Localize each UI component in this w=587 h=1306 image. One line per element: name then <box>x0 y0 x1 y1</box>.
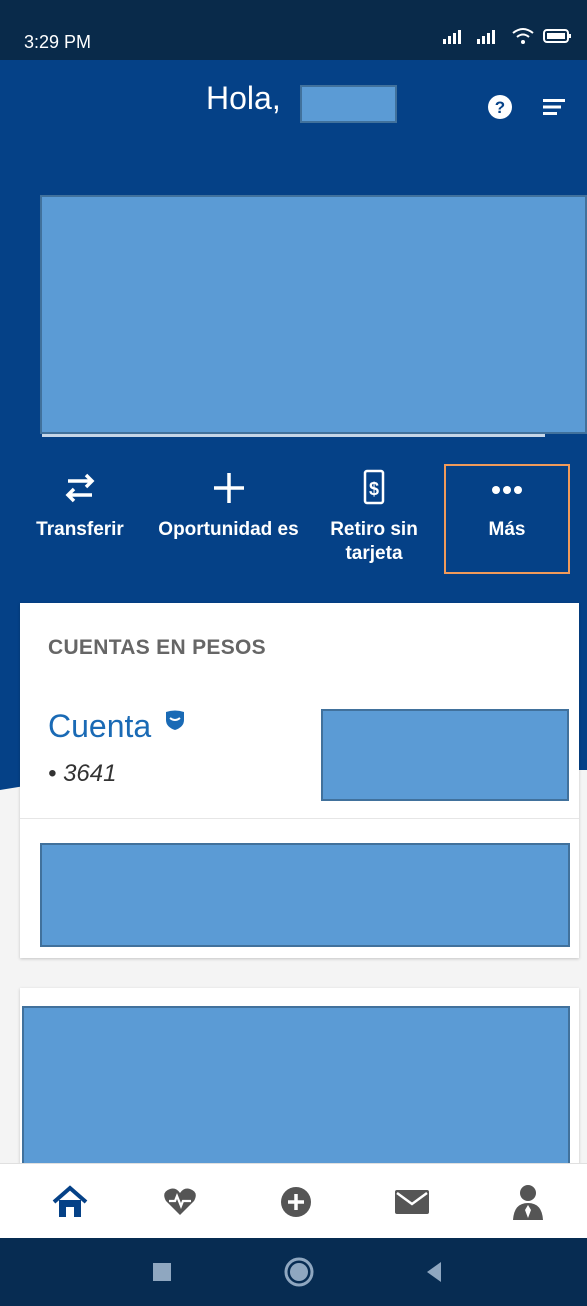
transfer-action[interactable]: Transferir <box>20 468 140 542</box>
nav-add[interactable] <box>276 1182 316 1222</box>
account-name[interactable]: Cuenta <box>48 708 186 745</box>
svg-text:$: $ <box>369 479 379 499</box>
back-icon[interactable] <box>423 1260 445 1284</box>
health-icon <box>164 1188 196 1215</box>
redacted-account-detail <box>40 843 570 947</box>
greeting-text: Hola, <box>206 80 281 116</box>
banner-underline <box>42 434 545 437</box>
transfer-label: Transferir <box>36 519 124 540</box>
nav-health[interactable] <box>160 1182 200 1222</box>
add-icon <box>281 1187 311 1217</box>
redacted-card-content <box>22 1006 570 1171</box>
redacted-balance <box>321 709 569 801</box>
plus-icon <box>213 473 244 503</box>
accounts-card: CUENTAS EN PESOS Cuenta • 3641 <box>20 603 579 958</box>
nav-home[interactable] <box>50 1182 90 1222</box>
system-nav-bar <box>0 1238 587 1306</box>
signal-icon <box>443 30 461 44</box>
more-dots-icon <box>492 486 522 494</box>
cardless-withdrawal-label: Retiro sin tarjeta <box>330 519 418 564</box>
bottom-nav <box>0 1163 587 1238</box>
wifi-icon <box>512 28 534 44</box>
mail-icon <box>395 1190 429 1214</box>
menu-icon[interactable] <box>541 94 567 120</box>
home-icon <box>52 1185 88 1217</box>
greeting: Hola, <box>206 80 281 117</box>
account-number: • 3641 <box>48 760 117 787</box>
secondary-card <box>20 988 579 1171</box>
home-circle-icon[interactable] <box>283 1256 315 1288</box>
svg-text:?: ? <box>495 98 505 117</box>
card-divider <box>20 818 579 819</box>
account-name-text: Cuenta <box>48 708 152 744</box>
status-time: 3:29 PM <box>24 32 92 52</box>
recents-icon[interactable] <box>151 1261 173 1283</box>
help-icon[interactable]: ? <box>487 94 513 120</box>
battery-icon <box>543 29 571 43</box>
phone-dollar-icon: $ <box>363 469 385 505</box>
nav-mail[interactable] <box>392 1182 432 1222</box>
cardless-withdrawal-action[interactable]: $ Retiro sin tarjeta <box>312 468 436 566</box>
nav-profile[interactable] <box>508 1182 548 1222</box>
section-title: CUENTAS EN PESOS <box>48 636 266 659</box>
opportunities-label: Oportunidad es <box>158 519 299 540</box>
status-icons <box>443 27 573 45</box>
shield-icon <box>166 710 185 730</box>
redacted-user-name <box>300 85 397 123</box>
more-label: Más <box>488 519 526 540</box>
status-bar: 3:29 PM <box>0 0 587 60</box>
profile-icon <box>513 1185 543 1220</box>
more-action[interactable]: Más <box>444 468 570 542</box>
redacted-banner <box>40 195 587 434</box>
transfer-arrows-icon <box>65 473 95 503</box>
opportunities-action[interactable]: Oportunidad es <box>156 468 301 542</box>
signal-icon <box>477 30 495 44</box>
